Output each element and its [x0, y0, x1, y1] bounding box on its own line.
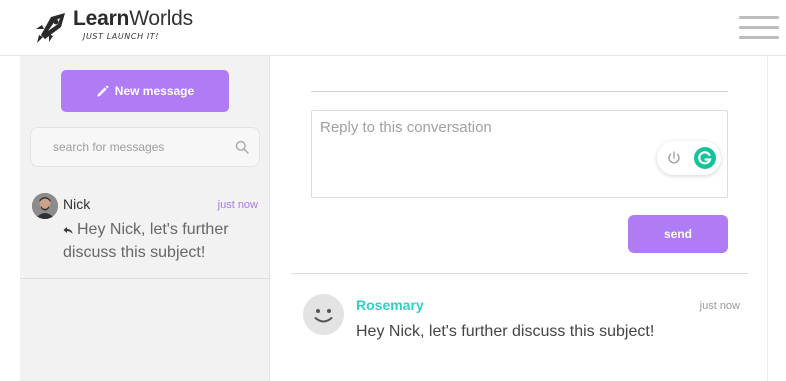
logo-tagline: JUST LAUNCH IT!	[83, 32, 160, 41]
search-input[interactable]	[31, 128, 231, 166]
logo-wordmark-rest: Worlds	[129, 7, 193, 30]
logo-wordmark: LearnWorlds	[73, 7, 193, 31]
message-author[interactable]: Rosemary	[356, 297, 424, 313]
reply-box	[311, 110, 728, 198]
conversation-preview-text: Hey Nick, let's further discuss this sub…	[63, 221, 229, 261]
new-message-label: New message	[114, 84, 195, 98]
rocket-logo-icon	[36, 13, 65, 43]
conversation-preview: Hey Nick, let's further discuss this sub…	[63, 218, 258, 264]
divider	[291, 273, 748, 274]
message-time: just now	[699, 300, 740, 312]
search-box	[30, 127, 260, 167]
conversation-panel: send Rosemary just now Hey Nick, let's f…	[271, 56, 768, 381]
pencil-icon	[97, 85, 109, 97]
new-message-button[interactable]: New message	[61, 70, 229, 112]
messages-sidebar: New message Nick just now Hey Nick, let'…	[20, 56, 270, 381]
reply-icon	[63, 226, 73, 234]
divider	[311, 91, 728, 92]
search-icon[interactable]	[235, 140, 249, 154]
message-text: Hey Nick, let's further discuss this sub…	[356, 323, 655, 340]
conversation-time: just now	[217, 199, 258, 211]
avatar	[32, 193, 58, 219]
smiley-avatar-icon	[303, 294, 344, 335]
reply-input[interactable]	[312, 111, 652, 197]
learnworlds-logo[interactable]: LearnWorlds JUST LAUNCH IT!	[33, 7, 213, 47]
send-button[interactable]: send	[628, 215, 728, 253]
hamburger-icon[interactable]	[739, 16, 779, 42]
grammarly-widget	[657, 141, 721, 175]
conversation-item[interactable]: Nick just now Hey Nick, let's further di…	[20, 184, 270, 279]
power-icon[interactable]	[666, 150, 682, 166]
message-item: Rosemary just now Hey Nick, let's furthe…	[303, 294, 743, 364]
logo-wordmark-bold: Learn	[73, 7, 130, 30]
conversation-name: Nick	[63, 196, 91, 212]
app-header: LearnWorlds JUST LAUNCH IT!	[0, 0, 786, 56]
grammarly-icon[interactable]	[694, 147, 716, 169]
